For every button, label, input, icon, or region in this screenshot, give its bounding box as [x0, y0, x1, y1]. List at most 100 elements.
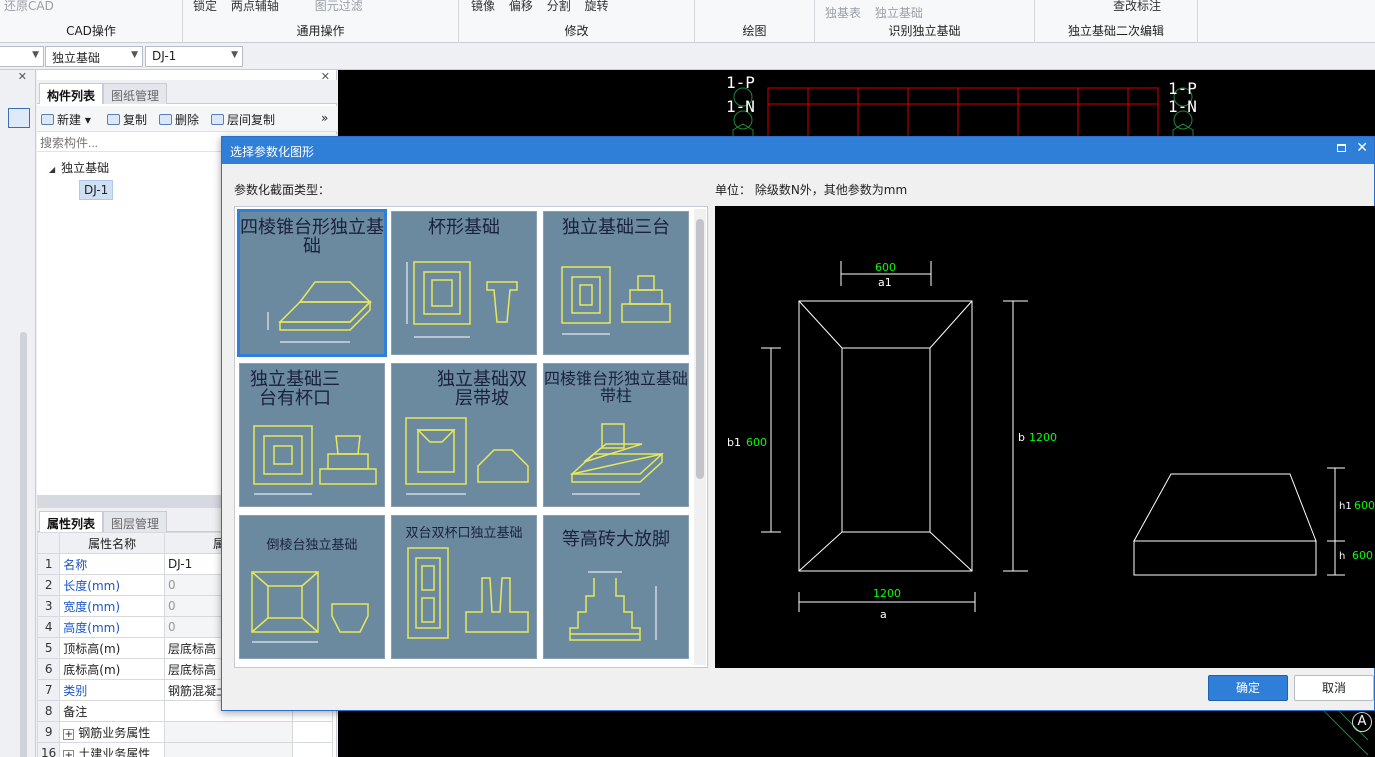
close-icon[interactable]: ✕	[1356, 140, 1368, 156]
tab-component-list[interactable]: 构件列表	[39, 83, 104, 104]
table-row[interactable]: 9 + 钢筋业务属性	[36, 721, 333, 743]
cad-label-second-right: 1-N	[1168, 97, 1197, 116]
dialog-title: 选择参数化图形	[230, 145, 315, 159]
cad-label-second: 1-N	[726, 97, 755, 116]
shape-option-6[interactable]: 四棱锥台形独立基础带柱	[541, 361, 693, 513]
shape-option-9[interactable]: 等高砖大放脚	[541, 513, 693, 665]
floor-copy-icon	[211, 114, 224, 125]
ribbon: 还原CAD CAD操作 锁定 两点辅轴 图元过滤 通用操作 镜像 偏移 分割 旋…	[0, 0, 1375, 43]
tree-item-dj1[interactable]: DJ-1	[79, 180, 114, 200]
floor-copy-button[interactable]: 层间复制	[211, 111, 275, 128]
shape-thumbnail: 独立基础三台	[543, 211, 689, 355]
cancel-button[interactable]: 取消	[1294, 675, 1374, 701]
shape-sketch	[251, 571, 369, 643]
shape-sketch	[405, 417, 529, 495]
floor-combo[interactable]: ▼	[0, 46, 44, 67]
shape-option-4[interactable]: 独立基础三台有杯口	[237, 361, 389, 513]
dim-h1-value: 600	[1354, 499, 1375, 512]
shape-option-8[interactable]: 双台双杯口独立基础	[389, 513, 541, 665]
split-button[interactable]: 分割	[547, 0, 571, 13]
ribbon-group-edit: 查改标注 独立基础二次编辑	[1035, 0, 1198, 43]
new-button[interactable]: 新建 ▾	[41, 111, 91, 128]
check-annotation-button[interactable]: 查改标注	[1113, 0, 1161, 13]
mirror-button[interactable]: 镜像	[471, 0, 495, 13]
filter-button[interactable]: 图元过滤	[315, 0, 363, 13]
copy-button[interactable]: 复制	[107, 111, 147, 128]
chevron-down-icon: ▼	[32, 50, 39, 60]
shape-sketch	[407, 547, 529, 639]
dim-b-label: b	[1018, 431, 1025, 444]
tab-drawing-management[interactable]: 图纸管理	[103, 83, 168, 104]
dim-b-value: 1200	[1029, 431, 1057, 444]
ribbon-group-identify: 独基表 独立基础 识别独立基础	[815, 0, 1035, 43]
more-icon[interactable]: »	[321, 111, 328, 125]
ribbon-group-cad: 还原CAD CAD操作	[0, 0, 183, 43]
ribbon-label-common[interactable]: 通用操作	[183, 22, 458, 39]
dim-h-value: 600	[1352, 549, 1373, 562]
unit-label: 单位： 除级数N外，其他参数为mm	[715, 183, 908, 197]
dialog-title-bar[interactable]: 选择参数化图形 ✕	[222, 137, 1374, 164]
preview-drawing: 600 a1 b1 600 b 1200 1200 a h1 600 h 600	[727, 261, 1375, 621]
restore-cad-button[interactable]: 还原CAD	[4, 0, 54, 13]
item-combo-value: DJ-1	[152, 49, 177, 63]
shape-option-1[interactable]: 四棱锥台形独立基础	[237, 209, 389, 361]
item-combo[interactable]: DJ-1 ▼	[145, 46, 243, 67]
ribbon-group-modify: 镜像 偏移 分割 旋转 修改	[459, 0, 695, 43]
dim-b1-value: 600	[746, 436, 767, 449]
category-combo[interactable]: 独立基础 ▼	[45, 46, 143, 67]
tab-layer-management[interactable]: 图层管理	[103, 511, 168, 532]
ribbon-label-identify[interactable]: 识别独立基础	[815, 22, 1034, 39]
category-combo-value: 独立基础	[52, 51, 101, 65]
ribbon-label-modify[interactable]: 修改	[459, 22, 694, 39]
shape-option-7[interactable]: 倒棱台独立基础	[237, 513, 389, 665]
close-icon[interactable]: ✕	[18, 70, 27, 83]
two-point-axis-button[interactable]: 两点辅轴	[231, 0, 279, 13]
chevron-down-icon: ▼	[131, 50, 138, 60]
shape-sketch	[569, 571, 657, 641]
select-shape-dialog: 选择参数化图形 ✕ 参数化截面类型： 单位： 除级数N外，其他参数为mm 四棱锥…	[221, 136, 1375, 711]
shape-thumbnail: 独立基础双层带坡	[391, 363, 537, 507]
ribbon-group-draw: 绘图	[695, 0, 815, 43]
expand-icon[interactable]: +	[63, 728, 75, 740]
keyboard-icon[interactable]	[8, 108, 30, 128]
gallery-scrollbar[interactable]	[694, 209, 706, 665]
axis-marker: A	[1352, 712, 1372, 732]
copy-icon	[107, 114, 120, 125]
foundation-table-button[interactable]: 独基表	[825, 6, 861, 20]
section-type-label: 参数化截面类型：	[234, 183, 331, 197]
maximize-icon[interactable]	[1337, 144, 1346, 152]
shape-option-2[interactable]: 杯形基础	[389, 209, 541, 361]
shape-sketch	[253, 425, 377, 495]
dim-a1-value: 600	[875, 261, 896, 274]
component-tabs: 构件列表 图纸管理	[37, 80, 337, 104]
delete-button[interactable]: 删除	[159, 111, 199, 128]
new-icon	[41, 114, 54, 125]
tree-group-foundation[interactable]: ◢ 独立基础	[49, 159, 109, 176]
shape-sketch	[406, 261, 518, 338]
lock-button[interactable]: 锁定	[193, 0, 217, 13]
ribbon-group-common: 锁定 两点辅轴 图元过滤 通用操作	[183, 0, 459, 43]
shape-thumbnail: 倒棱台独立基础	[239, 515, 385, 659]
ribbon-label-cad[interactable]: CAD操作	[0, 22, 182, 39]
rotate-button[interactable]: 旋转	[585, 0, 609, 13]
scrollbar[interactable]	[20, 332, 27, 757]
shape-option-5[interactable]: 独立基础双层带坡	[389, 361, 541, 513]
shape-sketch	[267, 281, 372, 343]
offset-button[interactable]: 偏移	[509, 0, 533, 13]
tab-property-list[interactable]: 属性列表	[39, 511, 104, 532]
dim-a1-label: a1	[878, 276, 892, 289]
table-row[interactable]: 16 + 土建业务属性	[36, 742, 333, 757]
nav-strip: ✕	[0, 70, 36, 757]
scrollbar-thumb[interactable]	[696, 219, 704, 479]
cad-label-top: 1-P	[726, 73, 755, 92]
selector-row: ▼ 独立基础 ▼ DJ-1 ▼	[0, 43, 1375, 70]
expand-icon[interactable]: +	[63, 749, 75, 757]
expand-icon[interactable]: ◢	[49, 165, 55, 174]
shape-option-3[interactable]: 独立基础三台	[541, 209, 693, 361]
ribbon-label-draw[interactable]: 绘图	[695, 22, 814, 39]
dim-a-label: a	[880, 608, 887, 621]
shape-thumbnail: 四棱锥台形独立基础带柱	[543, 363, 689, 507]
confirm-button[interactable]: 确定	[1208, 675, 1288, 701]
ribbon-label-edit[interactable]: 独立基础二次编辑	[1035, 22, 1197, 39]
identify-foundation-button[interactable]: 独立基础	[875, 6, 923, 20]
